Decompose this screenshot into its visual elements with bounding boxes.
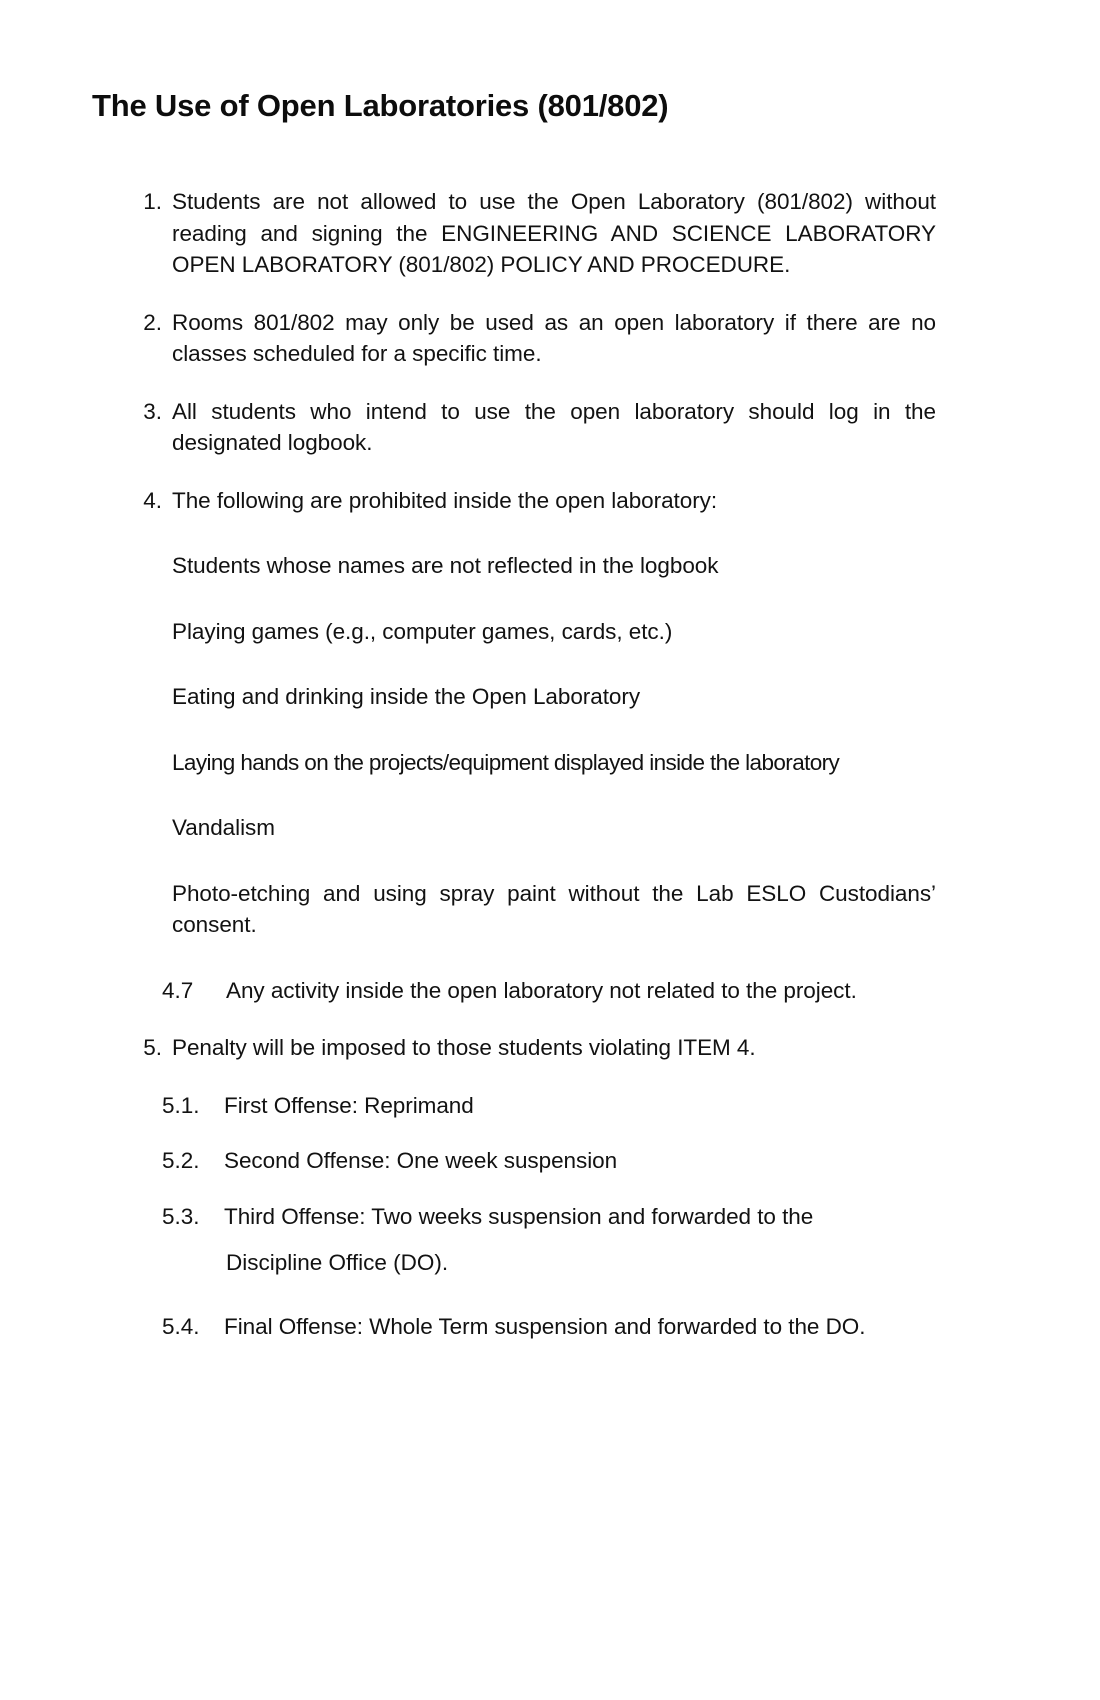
list-item: Playing games (e.g., computer games, car… bbox=[108, 616, 936, 648]
list-item-text: Penalty will be imposed to those student… bbox=[172, 1035, 756, 1060]
list-item-text: Third Offense: Two weeks suspension and … bbox=[224, 1203, 814, 1229]
list-item: 5.1. First Offense: Reprimand bbox=[108, 1090, 936, 1122]
list-item: Laying hands on the projects/equipment d… bbox=[108, 747, 936, 779]
list-item-marker: 3. bbox=[143, 398, 162, 424]
list-item-marker: 5.1. bbox=[162, 1092, 200, 1118]
list-item: 4. The following are prohibited inside t… bbox=[108, 485, 936, 517]
page-title: The Use of Open Laboratories (801/802) bbox=[92, 88, 669, 123]
prohibited-item-text: Vandalism bbox=[172, 815, 275, 840]
list-item-marker: 2. bbox=[143, 309, 162, 335]
prohibited-item-text: Students whose names are not reflected i… bbox=[172, 553, 719, 578]
list-item: 2. Rooms 801/802 may only be used as an … bbox=[108, 307, 936, 370]
list-item: 5.3. Third Offense: Two weeks suspension… bbox=[108, 1201, 936, 1233]
list-item-continuation: Discipline Office (DO). bbox=[226, 1250, 449, 1275]
list-item-text: Rooms 801/802 may only be used as an ope… bbox=[172, 309, 936, 367]
list-item-text: Second Offense: One week suspension bbox=[224, 1148, 618, 1173]
list-item-text: Any activity inside the open laboratory … bbox=[226, 977, 857, 1003]
list-item: 5. Penalty will be imposed to those stud… bbox=[108, 1032, 936, 1064]
list-item: 5.2. Second Offense: One week suspension bbox=[108, 1145, 936, 1177]
list-item-marker: 5.3. bbox=[162, 1203, 200, 1229]
list-item: Vandalism bbox=[108, 812, 936, 844]
document-page: The Use of Open Laboratories (801/802) 1… bbox=[0, 0, 1100, 1700]
list-item-marker: 4.7 bbox=[162, 977, 194, 1003]
list-item: 5.4. Final Offense: Whole Term suspensio… bbox=[108, 1311, 936, 1343]
prohibited-item-text: Photo-etching and using spray paint with… bbox=[172, 880, 936, 938]
list-item-marker: 5. bbox=[143, 1035, 162, 1060]
list-item-text: Final Offense: Whole Term suspension and… bbox=[224, 1313, 866, 1339]
list-item: Eating and drinking inside the Open Labo… bbox=[108, 681, 936, 713]
list-item: Photo-etching and using spray paint with… bbox=[108, 878, 936, 941]
list-item-marker: 5.4. bbox=[162, 1313, 200, 1339]
list-item: Students whose names are not reflected i… bbox=[108, 550, 936, 582]
prohibited-item-text: Eating and drinking inside the Open Labo… bbox=[172, 684, 641, 709]
list-item-text: All students who intend to use the open … bbox=[172, 398, 936, 456]
list-item-text: First Offense: Reprimand bbox=[224, 1092, 474, 1118]
list-item: 4.7 Any activity inside the open laborat… bbox=[108, 975, 936, 1007]
prohibited-item-text: Laying hands on the projects/equipment d… bbox=[172, 749, 840, 775]
list-item-marker: 4. bbox=[143, 487, 162, 513]
prohibited-item-text: Playing games (e.g., computer games, car… bbox=[172, 618, 673, 644]
list-item-text: The following are prohibited inside the … bbox=[172, 487, 718, 513]
list-item: 3. All students who intend to use the op… bbox=[108, 396, 936, 459]
list-item-marker: 1. bbox=[143, 189, 162, 214]
document-body: 1. Students are not allowed to use the O… bbox=[108, 186, 936, 1366]
list-item: 1. Students are not allowed to use the O… bbox=[108, 186, 936, 281]
list-item-text: Students are not allowed to use the Open… bbox=[172, 189, 936, 277]
list-item-marker: 5.2. bbox=[162, 1148, 200, 1173]
